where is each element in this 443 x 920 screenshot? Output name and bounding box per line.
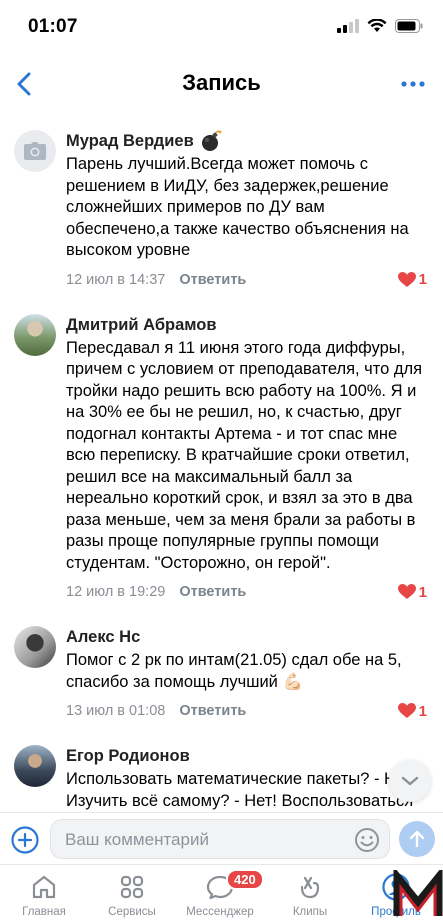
tab-label: Главная xyxy=(22,906,66,918)
comment-text: Парень лучший.Всегда может помочь с реше… xyxy=(66,155,409,259)
author-name: Мурад Вердиев xyxy=(66,132,194,150)
comment-item: Дмитрий Абрамов Пересдавал я 11 июня это… xyxy=(0,302,443,607)
smile-icon xyxy=(355,828,379,852)
add-circle-icon xyxy=(11,826,39,854)
heart-icon xyxy=(397,584,416,599)
avatar[interactable] xyxy=(14,745,56,787)
like-count: 1 xyxy=(418,702,427,720)
comments-list: Мурад Вердиев Парень лучший.Всегда может… xyxy=(0,118,443,812)
tab-label: Клипы xyxy=(292,906,328,918)
camera-icon xyxy=(24,142,46,160)
messenger-badge: 420 xyxy=(226,869,264,890)
comment-input[interactable]: Ваш комментарий xyxy=(50,819,390,859)
tab-label: Мессенджер xyxy=(186,906,254,918)
battery-icon xyxy=(395,19,423,33)
services-icon xyxy=(120,875,144,899)
avatar[interactable] xyxy=(14,626,56,668)
more-dots-icon xyxy=(401,81,425,87)
status-icons xyxy=(337,19,423,33)
tab-messenger[interactable]: 420 Мессенджер xyxy=(180,869,264,918)
chevron-down-icon xyxy=(401,776,419,786)
reply-button[interactable]: Ответить xyxy=(179,703,246,719)
comment-author[interactable]: Алекс Нс xyxy=(66,614,427,648)
page-title: Запись xyxy=(182,70,261,95)
comment-item: Алекс Нс Помог с 2 рк по интам(21.05) сд… xyxy=(0,614,443,725)
comment-input-bar: Ваш комментарий xyxy=(0,812,443,864)
comment-date: 12 июл в 19:29 xyxy=(66,584,166,600)
tab-clips[interactable]: Клипы xyxy=(270,871,350,918)
attach-button[interactable] xyxy=(10,825,40,855)
more-button[interactable] xyxy=(399,70,427,98)
like-count: 1 xyxy=(418,583,427,601)
author-name: Егор Родионов xyxy=(66,747,190,765)
send-button[interactable] xyxy=(399,821,435,857)
comment-date: 12 июл в 14:37 xyxy=(66,271,166,288)
comment-item: Егор Родионов Использовать математически… xyxy=(0,733,443,812)
avatar[interactable] xyxy=(14,313,56,356)
comment-text: Использовать математические пакеты? - Не… xyxy=(66,770,417,810)
emoji-button[interactable] xyxy=(353,826,381,854)
comment-date: 13 июл в 01:08 xyxy=(66,703,166,719)
wifi-icon xyxy=(367,19,387,32)
clips-icon xyxy=(300,876,320,899)
status-time: 01:07 xyxy=(28,16,78,37)
home-icon xyxy=(32,875,56,899)
heart-icon xyxy=(397,703,416,718)
tab-label: Сервисы xyxy=(108,906,156,918)
comment-item: Мурад Вердиев Парень лучший.Всегда может… xyxy=(0,118,443,294)
like-button[interactable]: 1 xyxy=(397,583,427,601)
comment-meta: 12 июл в 19:29 Ответить 1 xyxy=(66,578,427,606)
comment-input-placeholder: Ваш комментарий xyxy=(65,830,209,849)
reply-button[interactable]: Ответить xyxy=(179,272,246,288)
comment-text: Пересдавал я 11 июня этого года диффуры,… xyxy=(66,338,423,572)
comment-meta: 13 июл в 01:08 Ответить 1 xyxy=(66,697,427,725)
heart-icon xyxy=(397,271,416,287)
navbar: Запись xyxy=(0,56,443,112)
comment-text: Помог с 2 рк по интам(21.05) сдал обе на… xyxy=(66,651,402,691)
comment-meta: 12 июл в 14:37 Ответить 1 xyxy=(66,266,427,294)
reply-button[interactable]: Ответить xyxy=(179,584,246,600)
bomb-emoji-icon xyxy=(201,130,222,151)
scroll-down-button[interactable] xyxy=(389,760,431,802)
like-count: 1 xyxy=(418,271,427,288)
tab-bar: Главная Сервисы 420 Мессенджер Клипы Про… xyxy=(0,864,443,920)
tab-services[interactable]: Сервисы xyxy=(92,871,172,918)
comment-author[interactable]: Егор Родионов xyxy=(66,733,427,767)
like-button[interactable]: 1 xyxy=(397,702,427,720)
status-bar: 01:07 xyxy=(0,0,443,56)
arrow-up-icon xyxy=(409,830,425,848)
comment-author[interactable]: Дмитрий Абрамов xyxy=(66,302,427,336)
comment-author[interactable]: Мурад Вердиев xyxy=(66,118,427,152)
tab-home[interactable]: Главная xyxy=(4,871,84,918)
avatar[interactable] xyxy=(14,130,56,172)
signal-icon xyxy=(337,19,359,33)
like-button[interactable]: 1 xyxy=(397,271,427,288)
author-name: Алекс Нс xyxy=(66,628,141,646)
author-name: Дмитрий Абрамов xyxy=(66,315,217,334)
watermark-logo xyxy=(393,866,443,920)
